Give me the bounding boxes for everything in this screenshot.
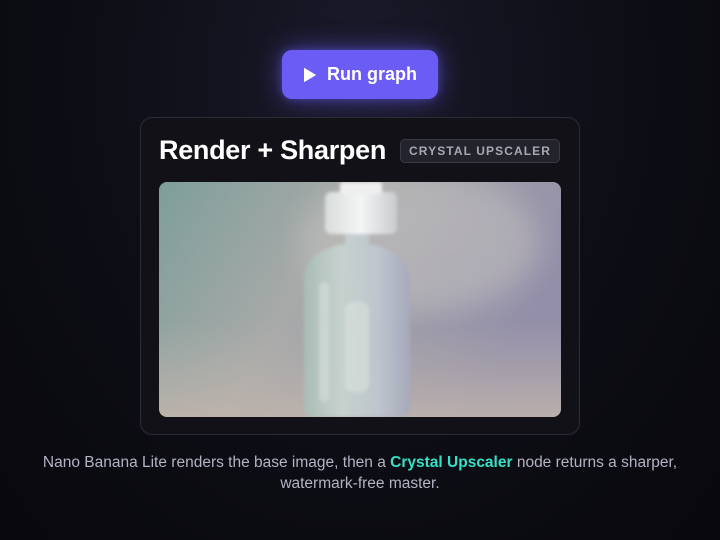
rendered-image[interactable]	[159, 182, 561, 417]
caption-text: Nano Banana Lite renders the base image,…	[40, 452, 680, 494]
caption-highlight: Crystal Upscaler	[390, 454, 513, 471]
run-graph-button[interactable]: Run graph	[282, 50, 438, 99]
caption-before: Nano Banana Lite renders the base image,…	[42, 454, 391, 471]
card-title: Render + Sharpen	[159, 135, 387, 165]
run-graph-label: Run graph	[327, 64, 417, 84]
output-card: Render + Sharpen CRYSTAL UPSCALER	[140, 117, 580, 435]
node-badge: CRYSTAL UPSCALER	[400, 139, 561, 163]
play-icon	[304, 67, 317, 82]
